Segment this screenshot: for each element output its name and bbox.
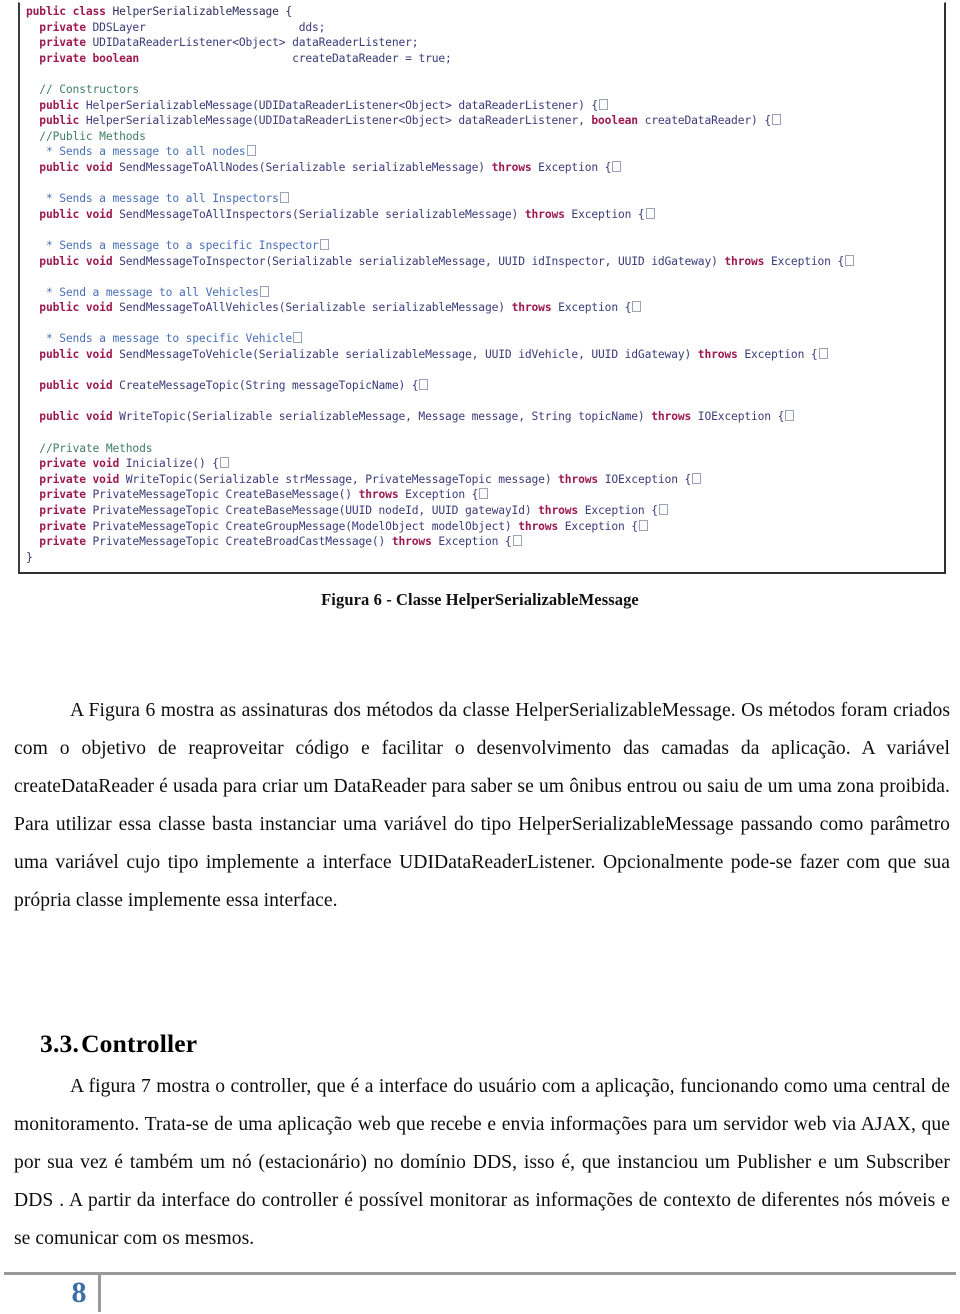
footer-vertical-tick [98, 1274, 101, 1312]
code-fold-box-icon [845, 254, 855, 266]
code-line: public void SendMessageToAllVehicles(Ser… [26, 300, 942, 316]
code-screenshot-figure: public class HelperSerializableMessage {… [18, 2, 946, 574]
code-line: public HelperSerializableMessage(UDIData… [26, 113, 942, 129]
code-fold-box-icon [612, 160, 622, 172]
code-fold-box-icon [599, 98, 609, 110]
code-fold-box-icon [279, 192, 289, 204]
code-line: public class HelperSerializableMessage { [26, 5, 293, 18]
section-heading-title: Controller [81, 1029, 198, 1059]
code-line: public void SendMessageToAllInspectors(S… [26, 207, 942, 223]
footer-divider-rule [4, 1272, 956, 1275]
code-line: //Public Methods [26, 129, 146, 143]
code-line: } [26, 550, 33, 564]
code-fold-box-icon [785, 410, 795, 422]
code-fold-box-icon [771, 114, 781, 126]
code-line: private void WriteTopic(Serializable str… [26, 472, 942, 488]
code-line: //Private Methods [26, 441, 153, 455]
code-line: private UDIDataReaderListener<Object> da… [26, 36, 419, 50]
code-fold-box-icon [479, 488, 489, 500]
code-line: private DDSLayer dds; [26, 20, 326, 34]
code-fold-box-icon [512, 535, 522, 547]
code-fold-box-icon [259, 285, 269, 297]
code-line: public void SendMessageToAllNodes(Serial… [26, 160, 942, 176]
code-line: * Send a message to all Vehicles [26, 285, 942, 301]
code-fold-box-icon [319, 238, 329, 250]
section-heading: 3.3.Controller [40, 1029, 740, 1059]
code-fold-box-icon [818, 348, 828, 360]
code-line: public void SendMessageToVehicle(Seriali… [26, 347, 942, 363]
code-fold-box-icon [293, 332, 303, 344]
code-line: private boolean createDataReader = true; [26, 51, 452, 65]
code-fold-box-icon [692, 472, 702, 484]
code-line: private PrivateMessageTopic CreateBaseMe… [26, 503, 942, 519]
code-line: public void SendMessageToInspector(Seria… [26, 254, 942, 270]
code-line: public void CreateMessageTopic(String me… [26, 378, 942, 394]
page-number: 8 [71, 1276, 87, 1309]
code-line: * Sends a message to all Inspectors [26, 191, 942, 207]
code-fold-box-icon [219, 457, 229, 469]
code-fold-box-icon [246, 145, 256, 157]
code-fold-box-icon [638, 519, 648, 531]
code-line: * Sends a message to all nodes [26, 144, 942, 160]
code-line: // Constructors [26, 82, 140, 96]
code-fold-box-icon [645, 207, 655, 219]
body-paragraph-2: A figura 7 mostra o controller, que é a … [14, 1075, 950, 1249]
code-line: * Sends a message to specific Vehicle [26, 331, 942, 347]
code-line: private PrivateMessageTopic CreateBroadC… [26, 534, 942, 550]
code-line: public HelperSerializableMessage(UDIData… [26, 98, 942, 114]
code-line: * Sends a message to a specific Inspecto… [26, 238, 942, 254]
code-line: private PrivateMessageTopic CreateGroupM… [26, 519, 942, 535]
code-fold-box-icon [658, 504, 668, 515]
code-fold-box-icon [632, 301, 642, 313]
figure-caption: Figura 6 - Classe HelperSerializableMess… [321, 590, 639, 609]
code-line: private PrivateMessageTopic CreateBaseMe… [26, 487, 942, 503]
code-fold-box-icon [419, 379, 429, 391]
code-line: public void WriteTopic(Serializable seri… [26, 409, 942, 425]
body-paragraph-1: A Figura 6 mostra as assinaturas dos mét… [14, 699, 950, 911]
code-listing: public class HelperSerializableMessage {… [26, 4, 942, 565]
section-heading-number: 3.3. [40, 1029, 80, 1059]
code-line: private void Inicialize() { [26, 456, 942, 472]
